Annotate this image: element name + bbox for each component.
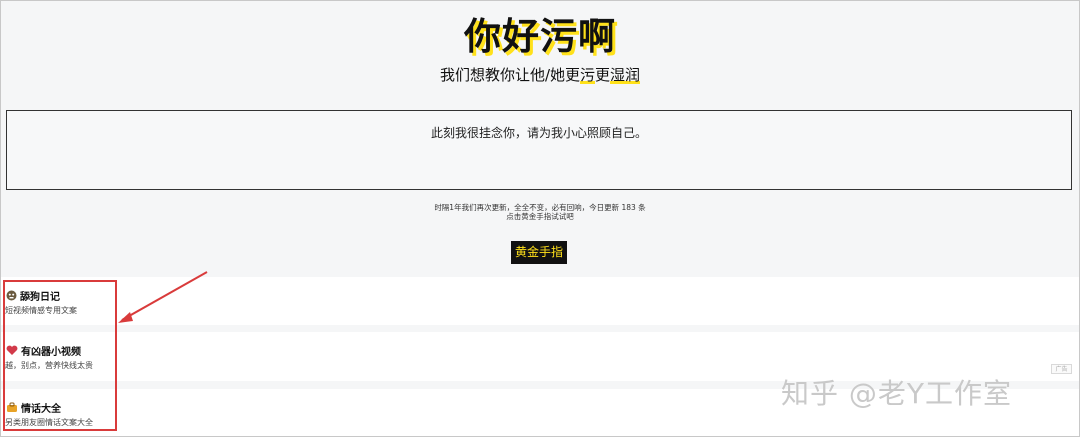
bag-icon xyxy=(7,402,17,412)
site-title: 你好污啊 xyxy=(464,14,616,58)
watermark: 知乎 @老Y工作室 xyxy=(781,377,1013,410)
tagline-part-1: 我们想教你让他/她更 xyxy=(439,66,580,84)
golden-finger-button[interactable]: 黄金手指 xyxy=(511,241,567,264)
card-desc: 短视频情感专用文案 xyxy=(5,306,77,315)
card-title-text: 情话大全 xyxy=(21,404,61,415)
site-tagline: 我们想教你让他/她更污更湿润 xyxy=(0,64,1080,85)
quote-box: 此刻我很挂念你，请为我小心照顾自己。 xyxy=(6,110,1072,190)
tagline-part-2: 更 xyxy=(595,66,611,84)
site-header: 你好污啊 我们想教你让他/她更污更湿润 此刻我很挂念你，请为我小心照顾自己。 时… xyxy=(0,0,1080,275)
hint-line: 点击黄金手指试试吧 xyxy=(506,212,574,221)
tagline-highlight-2: 湿润 xyxy=(610,66,641,84)
card-title-text: 有凶器小视频 xyxy=(21,347,81,358)
card-title-text: 舔狗日记 xyxy=(20,292,60,303)
card-desc: 越，别点，营养快线太贵 xyxy=(5,361,93,370)
update-notice: 时隔1年我们再次更新，全全不变，必有回响，今日更新 183 条 点击黄金手指试试… xyxy=(0,203,1080,221)
card-desc: 另类朋友圈情话文案大全 xyxy=(5,418,93,427)
quote-text: 此刻我很挂念你，请为我小心照顾自己。 xyxy=(430,126,647,140)
tagline-highlight-1: 污 xyxy=(580,66,596,84)
heart-icon xyxy=(6,345,18,355)
ad-badge: 广告 xyxy=(1051,364,1072,374)
card-title: 有凶器小视频 xyxy=(6,343,81,358)
list-item-dog-diary[interactable]: 舔狗日记 短视频情感专用文案 xyxy=(0,277,1080,325)
card-title: 舔狗日记 xyxy=(6,288,60,303)
dog-icon xyxy=(6,290,17,301)
update-notice-line: 时隔1年我们再次更新，全全不变，必有回响，今日更新 183 条 xyxy=(434,203,646,212)
card-title: 情话大全 xyxy=(6,400,61,415)
